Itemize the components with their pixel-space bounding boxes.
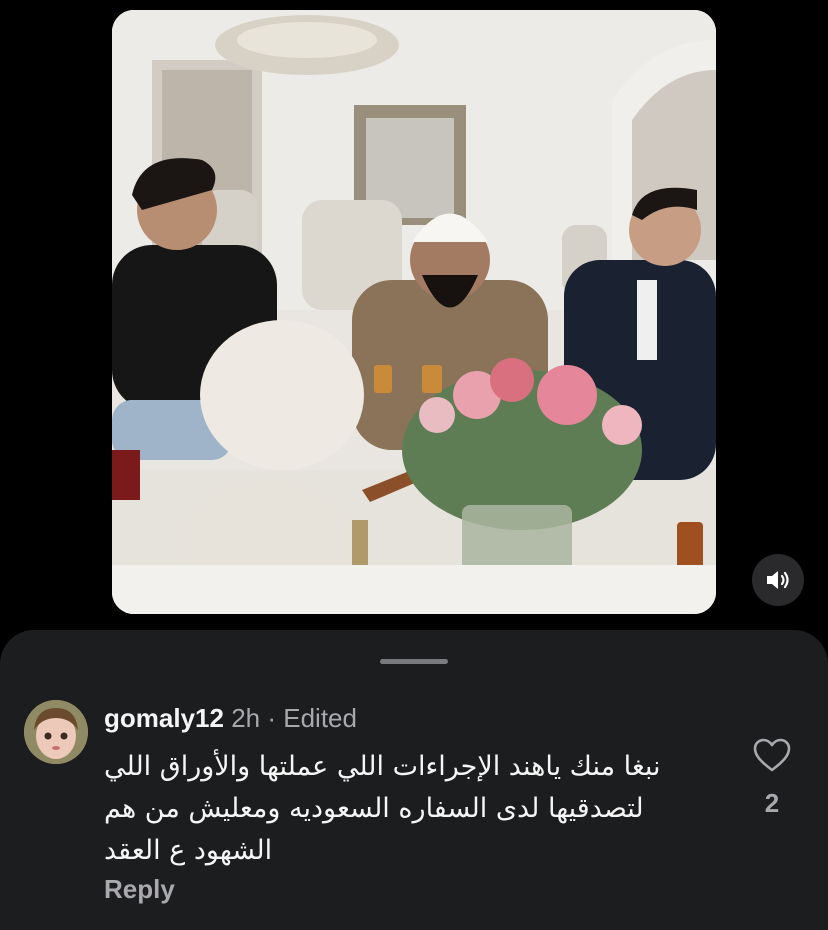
mute-button[interactable] [752,554,804,606]
sheet-drag-handle[interactable] [380,659,448,664]
like-count: 2 [764,788,780,818]
meta-separator: · [267,703,277,733]
user-avatar-image [24,700,88,764]
comments-sheet: gomaly12 2h · Edited نبغا منك ياهند الإج… [0,630,828,930]
avatar[interactable] [24,700,88,764]
speaker-muted-icon [767,571,789,589]
comment-text: نبغا منك ياهند الإجراءات اللي عملتها وال… [104,751,661,866]
heart-outline-icon [753,738,791,772]
like-button[interactable] [752,736,792,776]
comment-username[interactable]: gomaly12 [104,703,224,733]
edited-label: Edited [283,703,357,733]
comment-time: 2h [231,703,261,733]
video-frame-image [112,10,716,614]
video-player[interactable] [112,10,716,614]
comment-meta: gomaly12 2h · Edited [104,703,357,734]
reply-button[interactable]: Reply [104,874,175,905]
